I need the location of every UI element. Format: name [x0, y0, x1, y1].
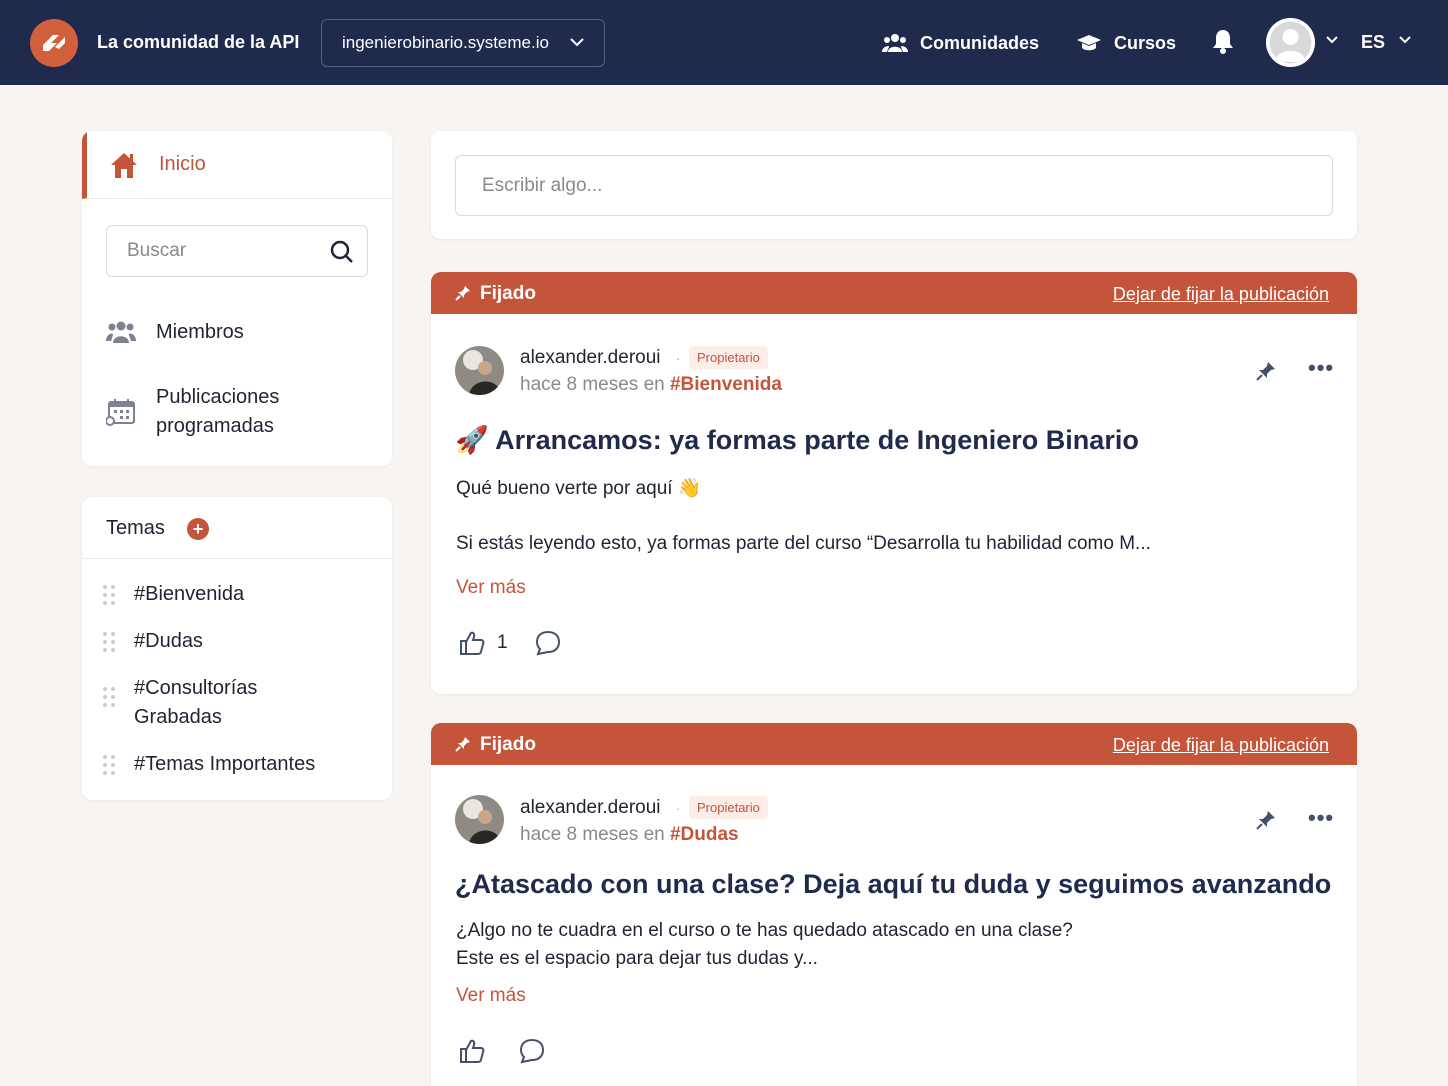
unpin-link[interactable]: Dejar de fijar la publicación	[1113, 284, 1329, 305]
calendar-icon	[106, 399, 135, 426]
post-topic-link[interactable]: #Dudas	[670, 824, 739, 845]
post-time: hace 8 meses en	[520, 374, 665, 395]
like-count: 1	[497, 632, 508, 653]
post-title[interactable]: ¿Atascado con una clase? Deja aquí tu du…	[455, 869, 1331, 900]
chevron-down-icon[interactable]	[1398, 35, 1412, 45]
post-time: hace 8 meses en	[520, 824, 665, 845]
app-title[interactable]: La comunidad de la API	[97, 32, 299, 53]
nav-cursos-label: Cursos	[1114, 32, 1177, 53]
drag-handle-icon[interactable]	[102, 584, 116, 606]
topic-item[interactable]: #Bienvenida	[102, 580, 244, 609]
sidebar-item-inicio[interactable]: Inicio	[82, 131, 392, 199]
search-input[interactable]	[107, 226, 307, 276]
topic-item[interactable]: #Temas Importantes	[102, 750, 315, 779]
sidebar-search	[106, 225, 368, 277]
author-name[interactable]: alexander.deroui	[520, 797, 661, 819]
comment-icon[interactable]	[519, 1038, 545, 1064]
pinned-banner: Fijado Dejar de fijar la publicación	[431, 723, 1357, 765]
role-badge: Propietario	[689, 346, 768, 369]
topics-card: Temas + #Bienvenida #Dudas #Consultorías…	[82, 497, 392, 800]
separator-dot: ·	[676, 350, 681, 366]
topic-label: #Temas Importantes	[134, 753, 316, 775]
pin-icon[interactable]	[1256, 361, 1276, 381]
graduation-cap-icon	[1077, 35, 1101, 51]
chevron-down-icon	[570, 38, 584, 47]
topic-label: #Dudas	[134, 630, 203, 652]
language-selector[interactable]: ES	[1361, 32, 1385, 53]
users-icon	[882, 34, 908, 52]
rocket-icon: 🚀	[455, 425, 489, 455]
unpin-link[interactable]: Dejar de fijar la publicación	[1113, 735, 1329, 756]
separator-dot: ·	[676, 800, 681, 816]
role-badge: Propietario	[689, 796, 768, 819]
see-more-link[interactable]: Ver más	[456, 577, 526, 599]
author-photo-icon	[455, 346, 504, 395]
post-body-line: Qué bueno verte por aquí 👋	[456, 478, 702, 499]
user-avatar[interactable]	[1266, 18, 1315, 67]
author-photo-icon	[455, 795, 504, 844]
community-selector-label: ingenierobinario.systeme.io	[342, 33, 549, 52]
drag-handle-icon[interactable]	[102, 686, 116, 708]
users-icon	[106, 321, 136, 343]
topics-title: Temas	[106, 517, 165, 539]
pin-icon	[455, 286, 470, 301]
chevron-down-icon[interactable]	[1325, 35, 1339, 45]
nav-comunidades-label: Comunidades	[920, 32, 1040, 53]
post-topic-link[interactable]: #Bienvenida	[670, 374, 782, 395]
thumbs-up-icon[interactable]	[459, 1038, 485, 1064]
bell-icon	[1213, 30, 1233, 54]
logo-icon	[43, 35, 65, 51]
search-icon[interactable]	[329, 239, 355, 265]
thumbs-up-icon[interactable]	[459, 630, 485, 656]
post-body-line: ¿Algo no te cuadra en el curso o te has …	[456, 920, 1073, 941]
post-body-line: Este es el espacio para dejar tus dudas …	[456, 948, 818, 969]
more-options-button[interactable]: •••	[1308, 355, 1334, 381]
sidebar-item-publicaciones-label: Publicaciones programadas	[156, 386, 280, 437]
add-topic-button[interactable]: +	[187, 518, 209, 540]
community-selector[interactable]: ingenierobinario.systeme.io	[321, 19, 605, 67]
sidebar-item-miembros[interactable]: Miembros	[106, 318, 244, 347]
pinned-label: Fijado	[480, 734, 536, 755]
nav-comunidades[interactable]: Comunidades	[882, 30, 1039, 56]
author-avatar[interactable]	[455, 346, 504, 395]
pin-icon[interactable]	[1256, 810, 1276, 830]
author-name[interactable]: alexander.deroui	[520, 347, 661, 369]
post-meta: hace 8 meses en #Bienvenida	[520, 374, 782, 396]
pin-icon	[455, 737, 470, 752]
post-card: Fijado Dejar de fijar la publicación ale…	[431, 723, 1357, 1086]
pinned-label: Fijado	[480, 283, 536, 304]
nav-cursos[interactable]: Cursos	[1076, 30, 1176, 56]
app-logo[interactable]	[30, 19, 78, 67]
pinned-banner: Fijado Dejar de fijar la publicación	[431, 272, 1357, 314]
topic-label: #Bienvenida	[134, 583, 245, 605]
post-body-line: Si estás leyendo esto, ya formas parte d…	[456, 533, 1151, 554]
post-title[interactable]: 🚀 Arrancamos: ya formas parte de Ingenie…	[455, 424, 1139, 456]
compose-input[interactable]	[455, 155, 1333, 216]
notifications-button[interactable]	[1211, 28, 1235, 55]
post-card: Fijado Dejar de fijar la publicación ale…	[431, 272, 1357, 694]
topics-header: Temas +	[82, 497, 392, 559]
home-icon	[111, 152, 137, 178]
user-avatar-icon	[1266, 18, 1315, 67]
sidebar-item-miembros-label: Miembros	[156, 321, 244, 343]
topic-item[interactable]: #Dudas	[102, 627, 203, 656]
sidebar-nav-card: Inicio Miembros Publicaciones programada…	[82, 131, 392, 466]
sidebar-item-inicio-label: Inicio	[159, 153, 206, 175]
post-meta: hace 8 meses en #Dudas	[520, 824, 739, 846]
topic-label: #Consultorías Grabadas	[134, 677, 258, 728]
post-title-text: ¿Atascado con una clase? Deja aquí tu du…	[455, 869, 1332, 899]
see-more-link[interactable]: Ver más	[456, 985, 526, 1007]
post-composer	[431, 131, 1357, 239]
comment-icon[interactable]	[535, 630, 561, 656]
post-title-text: Arrancamos: ya formas parte de Ingeniero…	[495, 425, 1139, 455]
sidebar-item-publicaciones-programadas[interactable]: Publicaciones programadas	[106, 383, 306, 441]
author-avatar[interactable]	[455, 795, 504, 844]
drag-handle-icon[interactable]	[102, 754, 116, 776]
drag-handle-icon[interactable]	[102, 631, 116, 653]
top-bar: La comunidad de la API ingenierobinario.…	[0, 0, 1448, 85]
more-options-button[interactable]: •••	[1308, 805, 1334, 831]
topic-item[interactable]: #Consultorías Grabadas	[102, 674, 284, 732]
